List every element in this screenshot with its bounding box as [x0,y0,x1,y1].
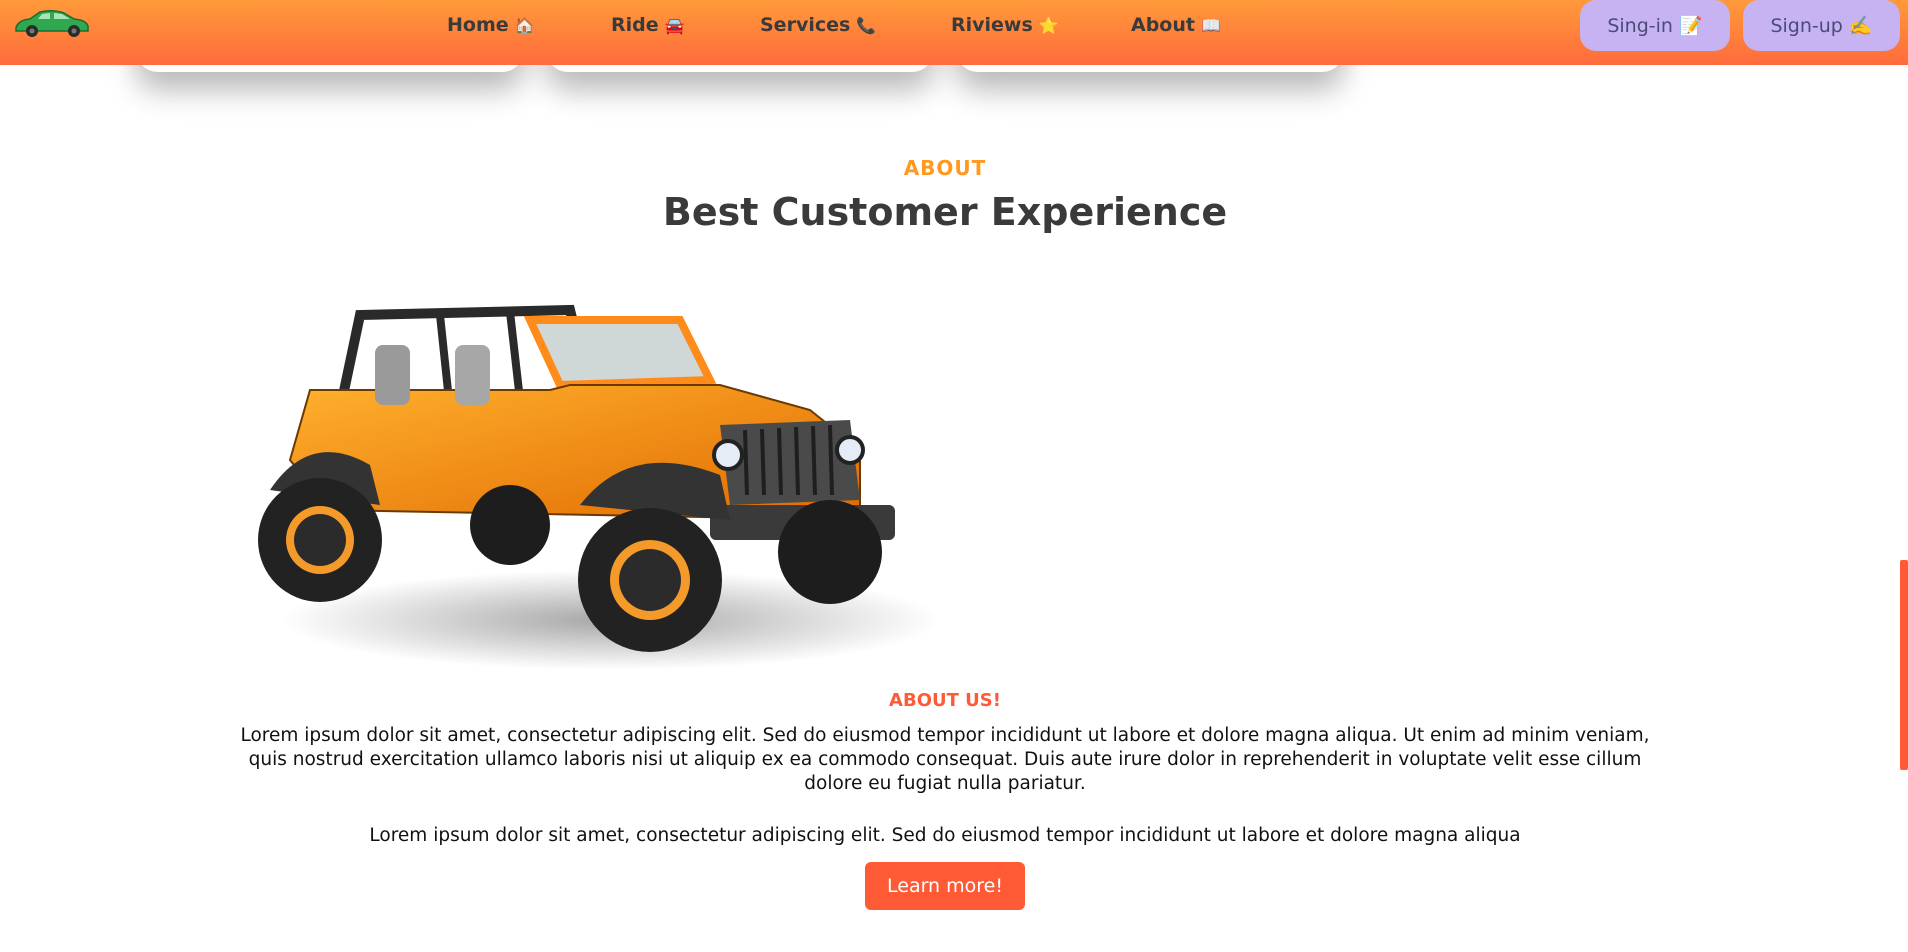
learn-more-button[interactable]: Learn more! [865,862,1025,910]
nav-link-about[interactable]: About 📖 [1131,14,1221,36]
about-title: Best Customer Experience [662,190,1228,234]
nav-link-services-label: Services [760,14,851,36]
nav-link-ride[interactable]: Ride 🚘 [611,14,685,36]
nav-link-home-label: Home [447,14,509,36]
house-icon: 🏠 [514,16,535,35]
navbar: Home 🏠 Ride 🚘 Services 📞 Riviews ⭐ About 📖 Si… [0,0,1908,65]
about-us-label: ABOUT US! [889,690,1001,711]
telephone-icon: 📞 [856,16,877,35]
scrollbar-thumb[interactable] [1900,560,1908,770]
nav-link-services[interactable]: Services 📞 [760,14,876,36]
star-icon: ⭐ [1038,16,1059,35]
car-logo-icon[interactable] [12,6,92,40]
scrollbar-track[interactable] [1898,0,1908,952]
signin-button[interactable]: Sing-in 📝 [1580,0,1730,51]
nav-link-about-label: About [1131,14,1195,36]
car-icon: 🚘 [664,16,685,35]
nav-link-home[interactable]: Home 🏠 [447,14,535,36]
about-paragraph-1: Lorem ipsum dolor sit amet, consectetur … [240,725,1650,794]
about-paragraph-2: Lorem ipsum dolor sit amet, consectetur … [369,825,1521,846]
nav-link-ride-label: Ride [611,14,659,36]
about-eyebrow: ABOUT [903,156,987,180]
nav-link-reviews[interactable]: Riviews ⭐ [951,14,1059,36]
book-icon: 📖 [1200,16,1221,35]
jeep-image [258,304,940,670]
signup-button[interactable]: Sign-up ✍️ [1743,0,1900,51]
nav-link-reviews-label: Riviews [951,14,1033,36]
